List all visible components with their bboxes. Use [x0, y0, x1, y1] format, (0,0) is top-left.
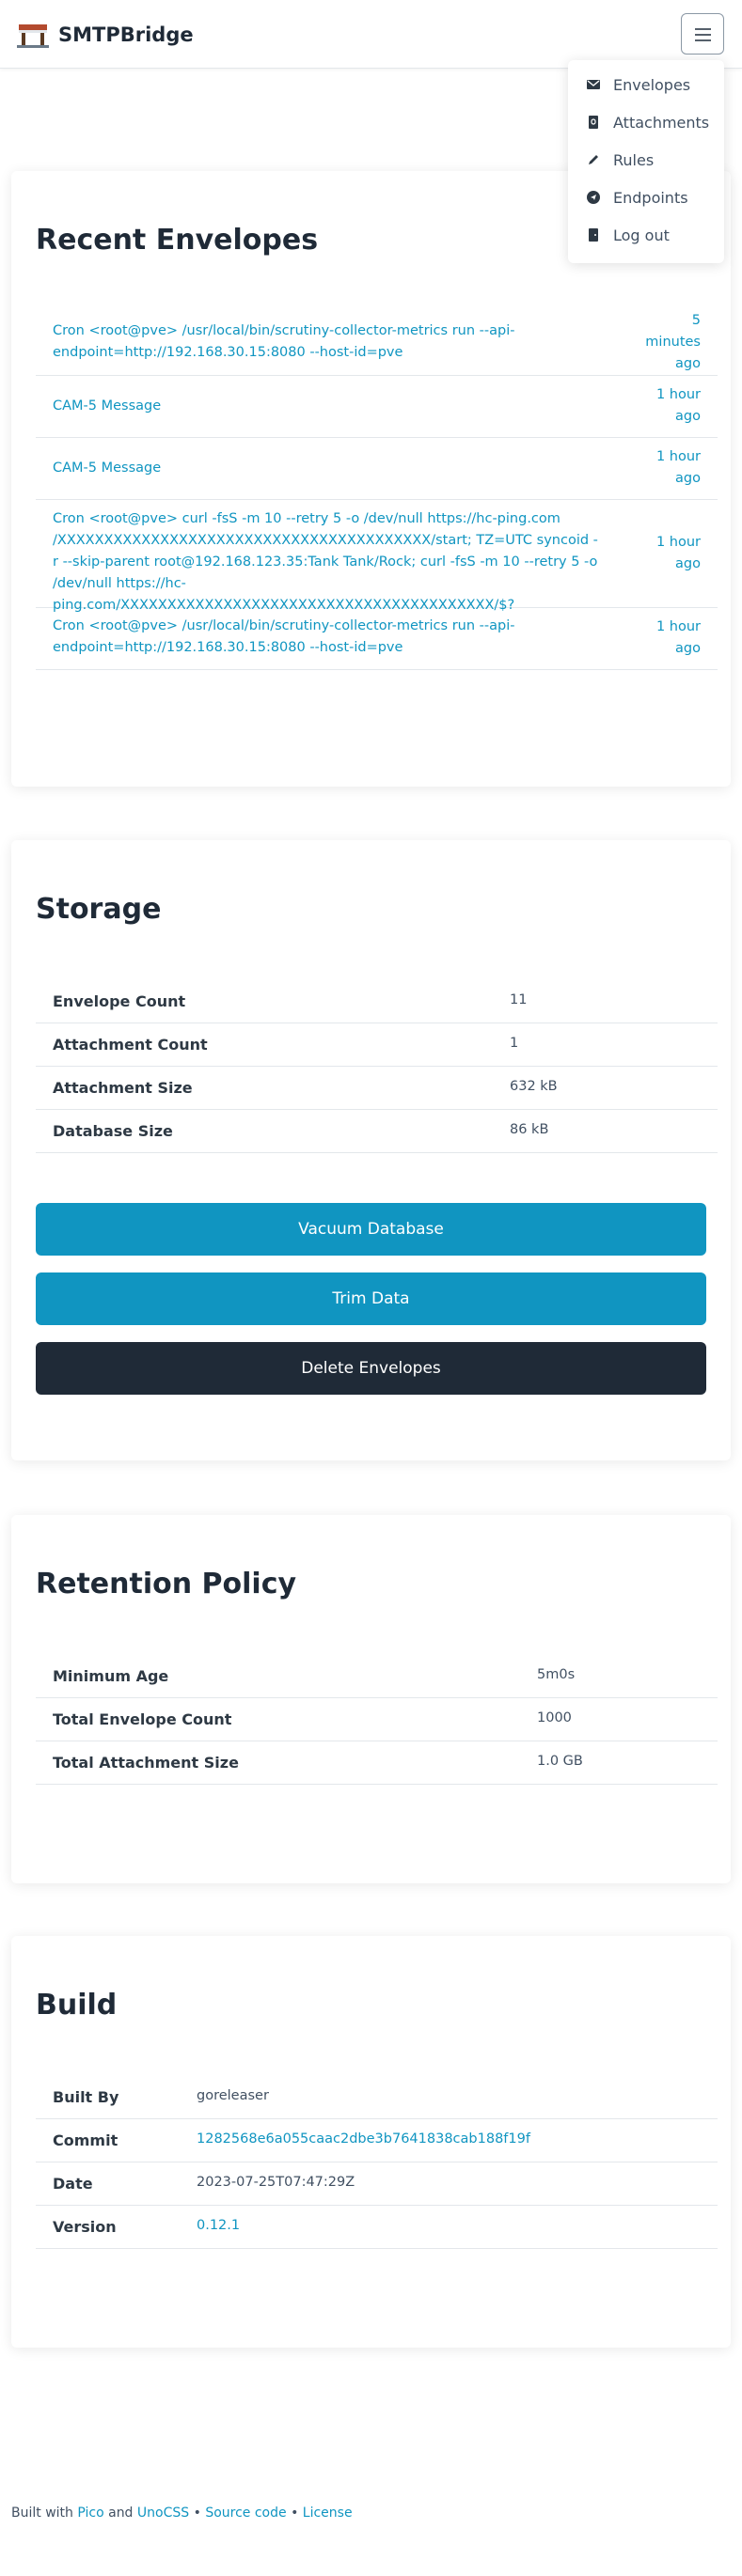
unocss-link[interactable]: UnoCSS — [137, 2506, 189, 2521]
section-title: Retention Policy — [36, 1568, 297, 1600]
menu-bar-icon — [695, 28, 711, 30]
source-code-link[interactable]: Source code — [205, 2506, 286, 2521]
menu-item-rules[interactable]: Rules — [587, 147, 654, 173]
row-key: Date — [53, 2175, 93, 2193]
table-row: Attachment Size 632 kB — [36, 1066, 718, 1110]
door-icon — [589, 228, 598, 242]
row-key: Attachment Size — [53, 1079, 193, 1097]
page-footer: Built with Pico and UnoCSS • Source code… — [11, 2506, 353, 2521]
trim-data-button[interactable]: Trim Data — [36, 1272, 706, 1325]
pencil-icon — [589, 155, 598, 164]
row-key: Commit — [53, 2131, 118, 2149]
envelope-time-link[interactable]: 1 hour ago — [635, 384, 701, 428]
vacuum-database-button[interactable]: Vacuum Database — [36, 1203, 706, 1256]
row-key: Database Size — [53, 1122, 173, 1140]
pico-link[interactable]: Pico — [77, 2506, 103, 2521]
section-title: Storage — [36, 893, 162, 926]
envelope-subject-link[interactable]: CAM-5 Message — [53, 396, 598, 417]
row-value: goreleaser — [197, 2088, 269, 2103]
envelope-time-link[interactable]: 5 minutes ago — [635, 310, 701, 375]
table-row: Date 2023-07-25T07:47:29Z — [36, 2162, 718, 2206]
envelope-subject-link[interactable]: Cron <root@pve> curl -fsS -m 10 --retry … — [53, 508, 598, 617]
brand-link[interactable]: SMTPBridge — [17, 21, 194, 49]
version-link[interactable]: 0.12.1 — [197, 2218, 240, 2233]
table-row: Minimum Age 5m0s — [36, 1654, 718, 1698]
table-row: Total Envelope Count 1000 — [36, 1697, 718, 1741]
menu-item-label: Rules — [613, 150, 655, 169]
nav-dropdown-menu: Envelopes Attachments Rules Endpoints Lo… — [568, 60, 724, 263]
row-key: Version — [53, 2218, 117, 2236]
bridge-logo-icon — [17, 24, 49, 48]
hamburger-menu-button[interactable] — [681, 13, 724, 55]
row-key: Total Envelope Count — [53, 1710, 232, 1728]
envelope-subject-link[interactable]: Cron <root@pve> /usr/local/bin/scrutiny-… — [53, 616, 598, 659]
send-icon — [587, 191, 600, 204]
table-row: Envelope Count 11 — [36, 979, 718, 1023]
menu-item-label: Endpoints — [613, 188, 688, 207]
table-row: Built By goreleaser — [36, 2075, 718, 2119]
commit-link[interactable]: 1282568e6a055caac2dbe3b7641838cab188f19f — [197, 2131, 530, 2147]
attachment-file-icon — [589, 116, 598, 129]
delete-envelopes-button[interactable]: Delete Envelopes — [36, 1342, 706, 1395]
envelope-icon — [587, 80, 600, 89]
row-value: 2023-07-25T07:47:29Z — [197, 2175, 355, 2190]
menu-bar-icon — [695, 39, 711, 41]
row-key: Minimum Age — [53, 1667, 169, 1685]
brand-name: SMTPBridge — [58, 23, 194, 46]
build-card: Build Built By goreleaser Commit 1282568… — [11, 1936, 731, 2348]
row-key: Attachment Count — [53, 1036, 208, 1054]
table-row: Attachment Count 1 — [36, 1023, 718, 1067]
table-row: Version 0.12.1 — [36, 2205, 718, 2249]
envelope-row: CAM-5 Message 1 hour ago — [36, 375, 718, 438]
footer-separator: • — [193, 2506, 201, 2521]
envelope-row: Cron <root@pve> /usr/local/bin/scrutiny-… — [36, 607, 718, 670]
row-key: Total Attachment Size — [53, 1754, 239, 1772]
menu-item-endpoints[interactable]: Endpoints — [587, 184, 688, 211]
envelope-time-link[interactable]: 1 hour ago — [635, 446, 701, 490]
menu-item-label: Log out — [613, 226, 670, 244]
top-navbar: SMTPBridge — [0, 0, 742, 69]
envelope-subject-link[interactable]: Cron <root@pve> /usr/local/bin/scrutiny-… — [53, 320, 598, 364]
footer-separator: • — [291, 2506, 299, 2521]
envelope-row: Cron <root@pve> curl -fsS -m 10 --retry … — [36, 499, 718, 613]
recent-envelopes-card: Recent Envelopes Cron <root@pve> /usr/lo… — [11, 171, 731, 787]
section-title: Recent Envelopes — [36, 224, 319, 257]
footer-text: and — [108, 2506, 134, 2521]
footer-text: Built with — [11, 2506, 73, 2521]
row-key: Envelope Count — [53, 992, 186, 1010]
menu-item-label: Attachments — [613, 113, 710, 132]
row-value: 1000 — [537, 1710, 572, 1725]
menu-item-envelopes[interactable]: Envelopes — [587, 71, 690, 98]
row-value: 86 kB — [510, 1122, 549, 1137]
row-value: 11 — [510, 992, 528, 1007]
table-row: Total Attachment Size 1.0 GB — [36, 1741, 718, 1785]
table-row: Database Size 86 kB — [36, 1109, 718, 1153]
envelope-row: CAM-5 Message 1 hour ago — [36, 437, 718, 500]
storage-card: Storage Envelope Count 11 Attachment Cou… — [11, 840, 731, 1460]
envelope-subject-link[interactable]: CAM-5 Message — [53, 458, 598, 479]
menu-item-attachments[interactable]: Attachments — [587, 109, 709, 135]
menu-item-logout[interactable]: Log out — [587, 222, 670, 248]
section-title: Build — [36, 1989, 118, 2022]
row-value: 632 kB — [510, 1079, 558, 1094]
row-value: 1 — [510, 1036, 519, 1051]
menu-item-label: Envelopes — [613, 75, 691, 94]
envelope-time-link[interactable]: 1 hour ago — [635, 617, 701, 660]
envelope-row: Cron <root@pve> /usr/local/bin/scrutiny-… — [36, 310, 718, 376]
retention-policy-card: Retention Policy Minimum Age 5m0s Total … — [11, 1515, 731, 1883]
row-value: 1.0 GB — [537, 1754, 583, 1769]
menu-bar-icon — [695, 34, 711, 36]
license-link[interactable]: License — [303, 2506, 353, 2521]
table-row: Commit 1282568e6a055caac2dbe3b7641838cab… — [36, 2118, 718, 2162]
row-key: Built By — [53, 2088, 119, 2106]
row-value: 5m0s — [537, 1667, 576, 1682]
envelope-time-link[interactable]: 1 hour ago — [635, 532, 701, 575]
